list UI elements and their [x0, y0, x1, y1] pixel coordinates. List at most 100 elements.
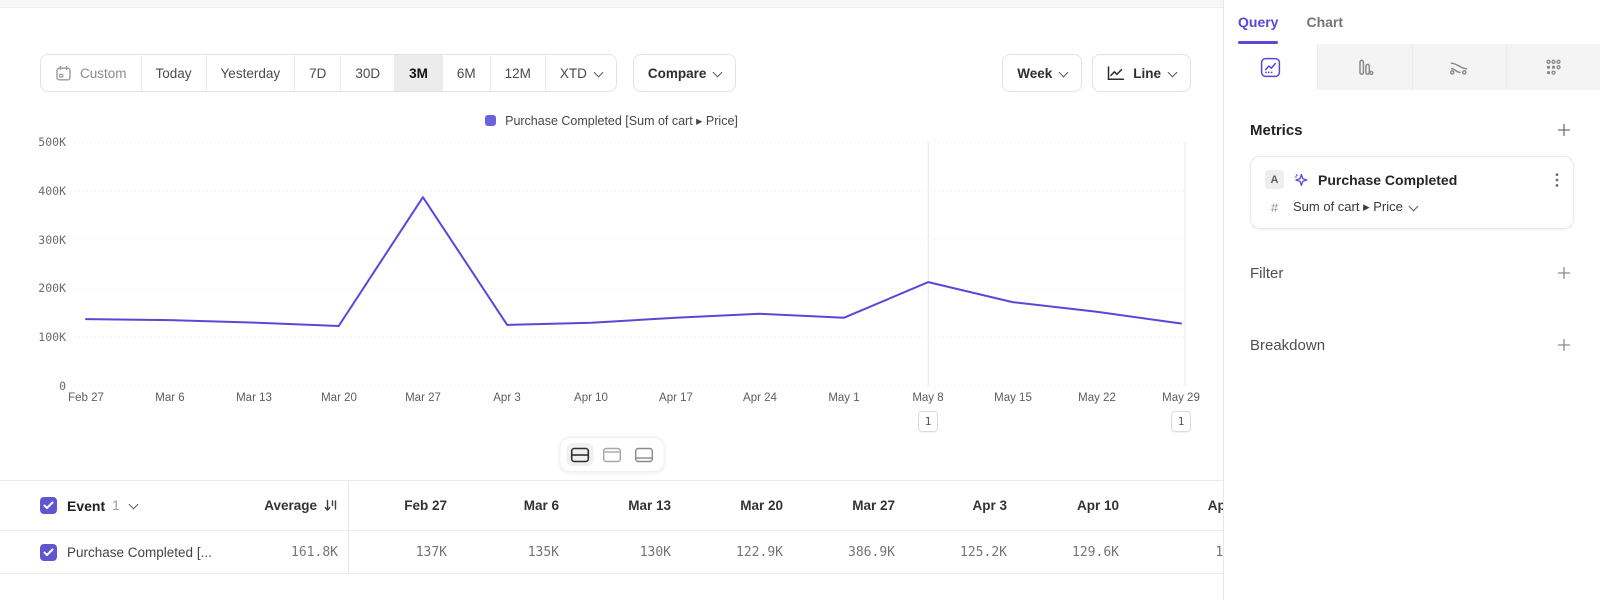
x-axis-tick: Mar 6 — [155, 392, 184, 404]
plus-icon — [1556, 337, 1572, 353]
table-cell: 129.6K — [1021, 545, 1133, 560]
column-header[interactable]: Apr 3 — [909, 498, 1021, 513]
top-strip — [0, 0, 1223, 8]
metric-options-kebab-icon[interactable] — [1555, 172, 1559, 188]
add-metric-button[interactable] — [1554, 120, 1574, 140]
chart-type-button[interactable]: Line — [1092, 54, 1191, 92]
x-axis-tick: Mar 27 — [405, 392, 441, 404]
metric-letter-badge: A — [1265, 170, 1284, 189]
tab-query[interactable]: Query — [1238, 0, 1278, 44]
chevron-down-icon — [1060, 71, 1067, 76]
select-all-checkbox[interactable] — [40, 497, 57, 514]
event-header-label: Event — [67, 498, 105, 514]
range-3m[interactable]: 3M — [394, 55, 442, 91]
date-columns-header: Feb 27Mar 6Mar 13Mar 20Mar 27Apr 3Apr 10… — [348, 481, 1223, 530]
report-main-panel: Custom Today Yesterday 7D 30D 3M 6M12MXTD Comp… — [0, 0, 1223, 600]
range-label: Yesterday — [221, 66, 281, 81]
series-line[interactable] — [86, 197, 1181, 326]
add-filter-button[interactable] — [1554, 263, 1574, 283]
metrics-section-header: Metrics — [1250, 120, 1574, 140]
compare-button[interactable]: Compare — [633, 54, 737, 92]
split-view-button[interactable] — [566, 443, 593, 466]
add-breakdown-button[interactable] — [1554, 335, 1574, 355]
insights-report: Custom Today Yesterday 7D 30D 3M 6M12MXTD Comp… — [0, 0, 1600, 600]
average-header-cell[interactable]: Average — [230, 498, 338, 513]
row-name: Purchase Completed [... — [67, 545, 212, 560]
granularity-button[interactable]: Week — [1002, 54, 1082, 92]
table-cell: 130K — [573, 545, 685, 560]
breakdown-section-header: Breakdown — [1250, 335, 1574, 355]
x-axis-tick: May 15 — [994, 392, 1032, 404]
table-header-row: Event 1 Average Feb 27Mar 6Mar 13Mar 20M… — [0, 481, 1223, 531]
y-axis-tick: 200K — [0, 281, 66, 295]
range-xtd[interactable]: XTD — [545, 55, 616, 91]
row-average-value: 161.8K — [291, 545, 338, 560]
report-tab-flows[interactable] — [1412, 44, 1506, 90]
numeric-property-icon: # — [1265, 200, 1284, 215]
layout-toggle — [559, 437, 664, 472]
chevron-down-icon[interactable] — [130, 503, 137, 508]
table-row: Purchase Completed [... 161.8K 137K135K1… — [0, 531, 1223, 574]
table-cell: 137K — [349, 545, 461, 560]
column-header[interactable]: Mar 20 — [685, 498, 797, 513]
x-axis-tick: May 1 — [828, 392, 859, 404]
annotation-badge[interactable]: 1 — [918, 411, 938, 432]
sidebar-tabs: Query Chart — [1224, 0, 1600, 44]
sort-descending-icon[interactable] — [323, 498, 338, 513]
annotation-badge[interactable]: 1 — [1171, 411, 1191, 432]
column-header[interactable]: Apr 10 — [1021, 498, 1133, 513]
report-tab-bar-chart[interactable] — [1317, 44, 1411, 90]
range-label: 30D — [355, 66, 380, 81]
table-view-icon — [634, 447, 653, 463]
row-checkbox[interactable] — [40, 544, 57, 561]
calendar-icon — [55, 65, 72, 82]
range-label: Custom — [80, 66, 127, 81]
chart-view-button[interactable] — [598, 443, 625, 466]
filter-heading: Filter — [1250, 265, 1283, 282]
retention-icon — [1543, 57, 1564, 78]
y-axis-tick: 400K — [0, 184, 66, 198]
range-today[interactable]: Today — [141, 55, 206, 91]
range-label: Today — [156, 66, 192, 81]
chart-type-label: Line — [1133, 66, 1161, 81]
y-axis-tick: 0 — [0, 379, 66, 393]
x-axis-tick: Apr 24 — [743, 392, 777, 404]
line-chart[interactable]: 0100K200K300K400K500K Feb 27Mar 6Mar 13M… — [0, 135, 1223, 435]
range-yesterday[interactable]: Yesterday — [206, 55, 295, 91]
range-30d[interactable]: 30D — [340, 55, 394, 91]
column-header[interactable]: Mar 13 — [573, 498, 685, 513]
column-header[interactable]: Mar 27 — [797, 498, 909, 513]
results-table: Event 1 Average Feb 27Mar 6Mar 13Mar 20M… — [0, 480, 1223, 574]
y-axis-tick: 100K — [0, 330, 66, 344]
date-columns-values: 137K135K130K122.9K386.9K125.2K129.6K14 — [348, 531, 1223, 573]
metric-card[interactable]: A Purchase Completed # Sum of cart ▸ Pri… — [1250, 156, 1574, 229]
x-axis-tick: May 8 — [912, 392, 943, 404]
line-chart-icon — [1107, 66, 1125, 81]
event-count: 1 — [112, 498, 120, 513]
report-tab-retention[interactable] — [1506, 44, 1600, 90]
range-custom[interactable]: Custom — [41, 55, 141, 91]
column-header[interactable]: Mar 6 — [461, 498, 573, 513]
metric-card-row2: # Sum of cart ▸ Price — [1265, 199, 1559, 215]
toolbar-right-group: Week Line — [1002, 54, 1191, 92]
range-label: 3M — [409, 66, 428, 81]
x-axis-tick: May 22 — [1078, 392, 1116, 404]
chevron-down-icon — [1410, 205, 1417, 210]
range-12m[interactable]: 12M — [490, 55, 545, 91]
bar-chart-icon — [1354, 57, 1375, 78]
breakdown-heading: Breakdown — [1250, 337, 1325, 354]
tab-chart[interactable]: Chart — [1306, 0, 1343, 44]
legend-swatch — [485, 115, 496, 126]
table-view-button[interactable] — [630, 443, 657, 466]
column-header[interactable]: Feb 27 — [349, 498, 461, 513]
compare-label: Compare — [648, 66, 707, 81]
query-sidebar: Query Chart Metrics A Purchase Completed — [1223, 0, 1600, 600]
report-tab-insights[interactable] — [1224, 44, 1317, 90]
column-header[interactable]: Apr — [1133, 498, 1223, 513]
chart-plot-area[interactable] — [0, 135, 1223, 391]
range-6m[interactable]: 6M — [442, 55, 490, 91]
x-axis-tick: Apr 3 — [493, 392, 521, 404]
range-7d[interactable]: 7D — [294, 55, 340, 91]
aggregation-selector[interactable]: Sum of cart ▸ Price — [1293, 199, 1417, 215]
metric-event-name: Purchase Completed — [1318, 172, 1555, 188]
